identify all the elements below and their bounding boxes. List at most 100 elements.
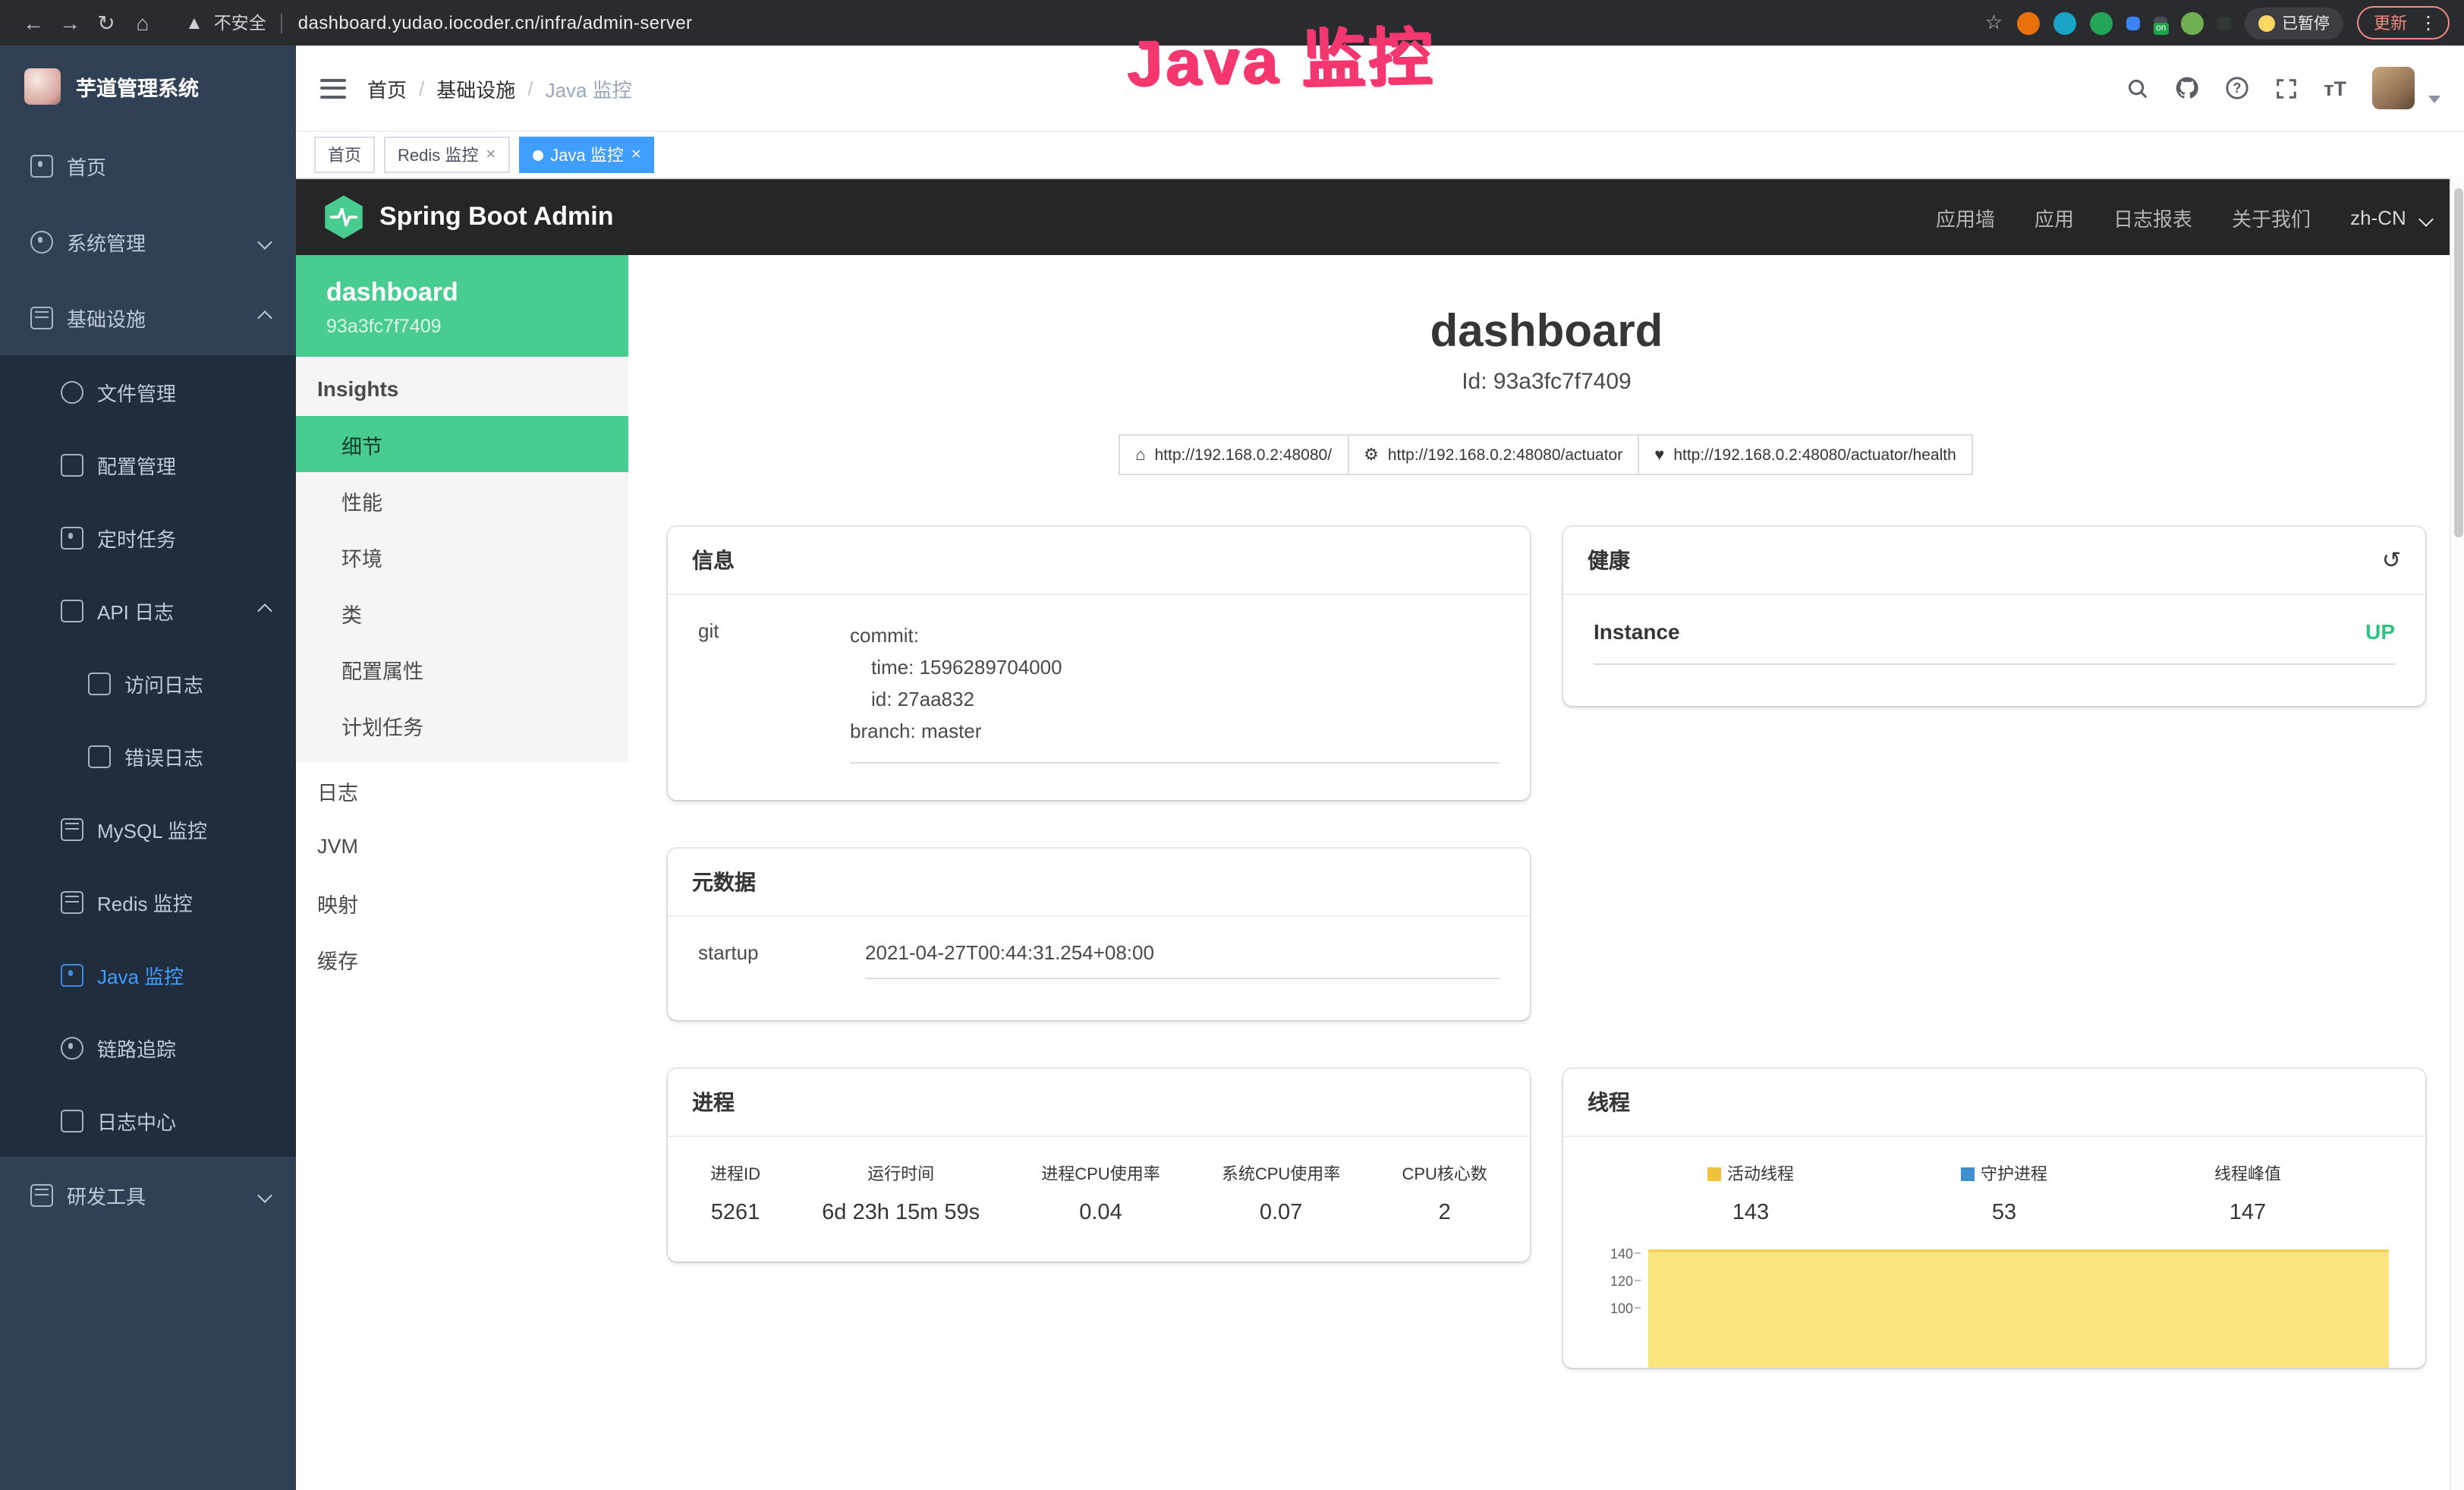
chevron-down-icon <box>257 1187 272 1202</box>
close-icon[interactable]: × <box>486 146 496 164</box>
breadcrumb: 首页 / 基础设施 / Java 监控 <box>367 74 632 102</box>
sba-nav-journal[interactable]: 日志报表 <box>2113 203 2192 232</box>
sidebar-item-log-center[interactable]: 日志中心 <box>0 1084 296 1157</box>
sidebar-item-trace[interactable]: 链路追踪 <box>0 1011 296 1084</box>
sba-brand[interactable]: Spring Boot Admin <box>323 194 614 240</box>
extension-icon-tampermonkey[interactable]: on <box>2153 16 2167 30</box>
bookmark-star-icon[interactable]: ☆ <box>1985 11 2003 35</box>
close-icon[interactable]: × <box>631 146 641 164</box>
help-icon[interactable]: ? <box>2225 76 2249 100</box>
metadata-key: startup <box>698 941 865 979</box>
metric-label: 进程CPU使用率 <box>1041 1161 1160 1186</box>
sba-nav-wallboard[interactable]: 应用墙 <box>1936 203 1995 232</box>
menu-item-mappings[interactable]: 映射 <box>296 874 628 931</box>
monitor-icon <box>61 963 83 986</box>
extension-icon-grid[interactable] <box>2126 16 2139 30</box>
sba-locale-select[interactable]: zh-CN <box>2350 206 2431 228</box>
menu-item-details[interactable]: 细节 <box>296 416 628 472</box>
font-size-icon[interactable]: тT <box>2324 77 2346 99</box>
sidebar-item-config-mgmt[interactable]: 配置管理 <box>0 428 296 501</box>
menu-item-config-props[interactable]: 配置属性 <box>296 641 628 697</box>
menu-item-jvm[interactable]: JVM <box>296 818 628 874</box>
home-icon[interactable]: ⌂ <box>124 11 161 35</box>
link-url: http://192.168.0.2:48080/ <box>1155 446 1333 464</box>
divider <box>282 13 283 33</box>
spring-boot-admin: Spring Boot Admin 应用墙 应用 日志报表 关于我们 zh-CN <box>296 179 2464 1490</box>
instance-links: ⌂ http://192.168.0.2:48080/ ⚙ http://192… <box>668 434 2425 475</box>
sidebar-item-mysql-monitor[interactable]: MySQL 监控 <box>0 792 296 865</box>
sidebar-item-api-logs[interactable]: API 日志 <box>0 574 296 647</box>
actuator-url-link[interactable]: ⚙ http://192.168.0.2:48080/actuator <box>1347 434 1639 475</box>
scrollbar-track[interactable] <box>2450 176 2464 1490</box>
forward-icon[interactable]: → <box>52 11 88 35</box>
reload-icon[interactable]: ↻ <box>88 10 124 36</box>
tab-home[interactable]: 首页 <box>314 137 375 173</box>
sidebar-item-redis-monitor[interactable]: Redis 监控 <box>0 865 296 938</box>
page-title: dashboard <box>668 307 2425 358</box>
logo-avatar <box>24 68 61 105</box>
menu-item-performance[interactable]: 性能 <box>296 472 628 528</box>
chevron-down-icon <box>2418 211 2434 226</box>
history-icon[interactable]: ↺ <box>2382 547 2401 574</box>
sidebar-item-label: 系统管理 <box>67 227 146 256</box>
breadcrumb-infrastructure[interactable]: 基础设施 <box>436 74 515 102</box>
sidebar-item-home[interactable]: 首页 <box>0 128 296 203</box>
sidebar-item-infrastructure[interactable]: 基础设施 <box>0 279 296 355</box>
metric-value: 0.04 <box>1041 1201 1160 1225</box>
active-tab-dot <box>532 150 543 160</box>
back-icon[interactable]: ← <box>15 11 52 35</box>
hamburger-icon[interactable] <box>320 78 346 98</box>
update-button[interactable]: 更新 ⋮ <box>2357 6 2450 39</box>
sidebar-item-scheduled-jobs[interactable]: 定时任务 <box>0 501 296 574</box>
health-instance-label: Instance <box>1594 619 1680 644</box>
breadcrumb-current: Java 监控 <box>546 74 632 102</box>
scrollbar-thumb[interactable] <box>2453 188 2462 537</box>
legend-swatch-live <box>1707 1167 1721 1180</box>
fullscreen-icon[interactable] <box>2275 77 2298 99</box>
caret-down-icon[interactable] <box>2428 95 2440 102</box>
instance-header[interactable]: dashboard 93a3fc7f7409 <box>296 255 628 357</box>
health-row: Instance UP <box>1594 619 2395 665</box>
extension-icon-drop[interactable] <box>2053 11 2075 34</box>
github-icon[interactable] <box>2175 76 2199 100</box>
search-icon[interactable] <box>2126 77 2149 99</box>
omnibox[interactable]: ▲ 不安全 dashboard.yudao.iocoder.cn/infra/a… <box>185 11 692 35</box>
metadata-row: startup 2021-04-27T00:44:31.254+08:00 <box>698 941 1499 979</box>
sidebar-item-access-logs[interactable]: 访问日志 <box>0 647 296 720</box>
sba-nav-applications[interactable]: 应用 <box>2034 203 2074 232</box>
menu-kebab-icon[interactable]: ⋮ <box>2415 12 2442 33</box>
legend-label: 活动线程 <box>1727 1161 1794 1186</box>
menu-item-scheduled-tasks[interactable]: 计划任务 <box>296 697 628 753</box>
sidebar-item-java-monitor[interactable]: Java 监控 <box>0 938 296 1011</box>
service-url-link[interactable]: ⌂ http://192.168.0.2:48080/ <box>1119 434 1348 475</box>
file-icon <box>61 380 83 403</box>
menu-item-classes[interactable]: 类 <box>296 584 628 641</box>
extension-icon-orange[interactable] <box>2016 11 2039 34</box>
metric-label: 系统CPU使用率 <box>1222 1161 1340 1186</box>
layers-icon <box>61 890 83 913</box>
sidebar-item-system-mgmt[interactable]: 系统管理 <box>0 203 296 279</box>
sidebar-item-dev-tools[interactable]: 研发工具 <box>0 1157 296 1233</box>
tab-java-monitor[interactable]: Java 监控 × <box>518 137 654 173</box>
menu-item-logs[interactable]: 日志 <box>296 762 628 818</box>
menu-item-caches[interactable]: 缓存 <box>296 931 628 987</box>
monitor-icon <box>61 817 83 840</box>
sba-nav-about[interactable]: 关于我们 <box>2232 203 2311 232</box>
sidebar-item-error-logs[interactable]: 错误日志 <box>0 720 296 792</box>
extension-icon-dark[interactable] <box>2217 16 2230 30</box>
sidebar-item-label: Redis 监控 <box>97 887 193 916</box>
sba-brand-label: Spring Boot Admin <box>379 202 614 232</box>
app-logo[interactable]: 芋道管理系统 <box>0 46 296 128</box>
user-avatar[interactable] <box>2372 67 2415 109</box>
threads-legend: 活动线程 143 守护进程 53 线程峰值 <box>1578 1161 2410 1225</box>
extension-icon-leaf[interactable] <box>2180 11 2203 34</box>
extension-icon-green[interactable] <box>2089 11 2112 34</box>
health-url-link[interactable]: ♥ http://192.168.0.2:48080/actuator/heal… <box>1638 434 1973 475</box>
url-text[interactable]: dashboard.yudao.iocoder.cn/infra/admin-s… <box>298 12 693 33</box>
tab-redis-monitor[interactable]: Redis 监控 × <box>384 137 509 173</box>
tab-label: Java 监控 <box>550 143 624 167</box>
breadcrumb-home[interactable]: 首页 <box>367 74 407 102</box>
paused-chip[interactable]: 已暂停 <box>2244 7 2343 39</box>
menu-item-environment[interactable]: 环境 <box>296 528 628 584</box>
sidebar-item-file-mgmt[interactable]: 文件管理 <box>0 355 296 428</box>
